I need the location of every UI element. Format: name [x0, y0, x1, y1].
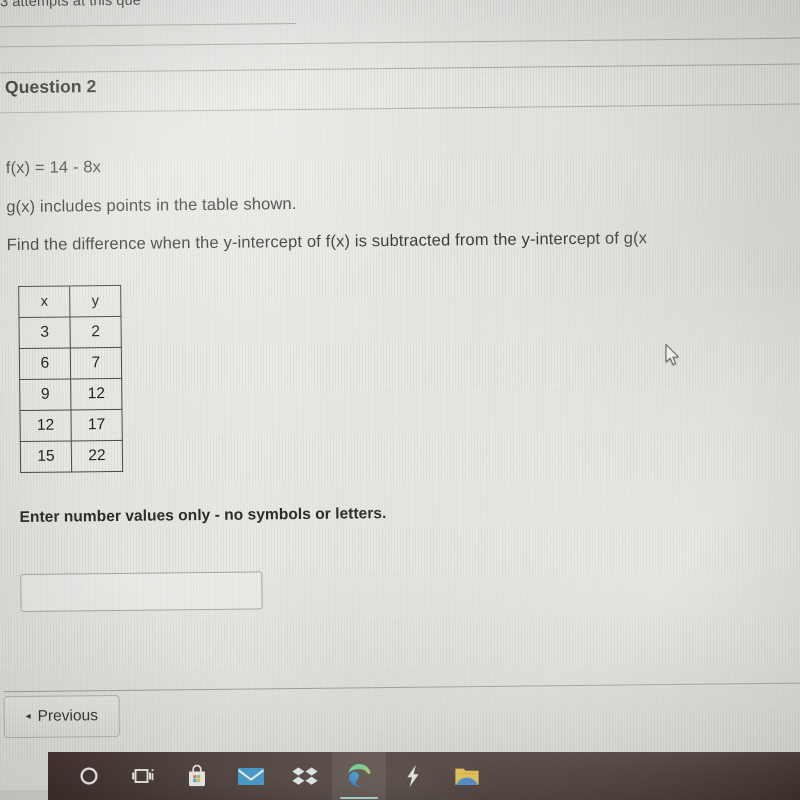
- divider-line: [0, 103, 800, 114]
- divider-line: [3, 682, 800, 693]
- taskbar-item-microsoft-edge[interactable]: [332, 752, 386, 800]
- table-cell-y: 7: [70, 347, 122, 379]
- divider-line: [0, 63, 800, 74]
- table-cell-x: 15: [20, 440, 72, 473]
- table-cell-x: 3: [18, 316, 71, 349]
- taskbar-item-lightning[interactable]: [386, 752, 440, 800]
- question-heading: Question 2: [4, 76, 97, 98]
- lightning-bolt-icon: [407, 765, 419, 787]
- answer-input[interactable]: [20, 571, 263, 613]
- monitor-screen-surface: 3 attempts at this que Question 2 f(x) =…: [0, 0, 800, 791]
- table-cell-x: 12: [19, 409, 72, 442]
- question-prompt-text: Find the difference when the y-intercept…: [6, 229, 648, 255]
- previous-button-label: Previous: [37, 707, 99, 725]
- cortana-icon: [80, 767, 98, 785]
- table-cell-y: 12: [70, 378, 122, 410]
- function-definition-text: f(x) = 14 - 8x: [5, 158, 102, 178]
- windows-taskbar: [48, 752, 800, 800]
- answer-instruction-text: Enter number values only - no symbols or…: [19, 505, 387, 527]
- table-row: 9 12: [19, 378, 122, 411]
- previous-button[interactable]: ◂ Previous: [3, 694, 120, 739]
- table-row: 3 2: [18, 316, 122, 349]
- table-cell-x: 6: [19, 347, 71, 380]
- taskbar-item-mail[interactable]: [224, 752, 278, 800]
- taskbar-item-file-explorer[interactable]: [440, 752, 494, 800]
- quiz-page: 3 attempts at this que Question 2 f(x) =…: [0, 0, 800, 764]
- table-row: 15 22: [20, 440, 123, 473]
- table-header-row: x y: [18, 285, 121, 318]
- table-cell-y: 2: [69, 316, 122, 348]
- taskbar-item-cortana[interactable]: [62, 752, 116, 800]
- file-explorer-icon: [455, 768, 479, 785]
- table-row: 6 7: [19, 347, 122, 380]
- divider-line: [0, 22, 297, 28]
- chevron-left-icon: ◂: [25, 710, 31, 722]
- taskbar-item-task-view[interactable]: [116, 752, 170, 800]
- table-header-x: x: [18, 285, 70, 318]
- xy-data-table: x y 3 2 6 7 9 12 12 17 15 22: [18, 284, 124, 474]
- task-view-icon: [132, 769, 154, 783]
- g-function-description-text: g(x) includes points in the table shown.: [6, 195, 297, 217]
- divider-line: [0, 37, 800, 48]
- screenshot-root: 3 attempts at this que Question 2 f(x) =…: [0, 0, 800, 800]
- microsoft-store-icon: [189, 764, 205, 787]
- taskbar-item-microsoft-store[interactable]: [170, 752, 224, 800]
- mail-icon: [238, 768, 264, 785]
- dropbox-icon: [292, 767, 318, 785]
- table-cell-x: 9: [19, 378, 71, 411]
- taskbar-item-dropbox[interactable]: [278, 752, 332, 800]
- table-header-y: y: [69, 285, 121, 317]
- table-row: 12 17: [19, 409, 123, 442]
- truncated-attempts-text: 3 attempts at this que: [0, 0, 141, 11]
- table-cell-y: 17: [70, 409, 123, 441]
- microsoft-edge-icon: [348, 763, 371, 787]
- table-cell-y: 22: [71, 440, 123, 472]
